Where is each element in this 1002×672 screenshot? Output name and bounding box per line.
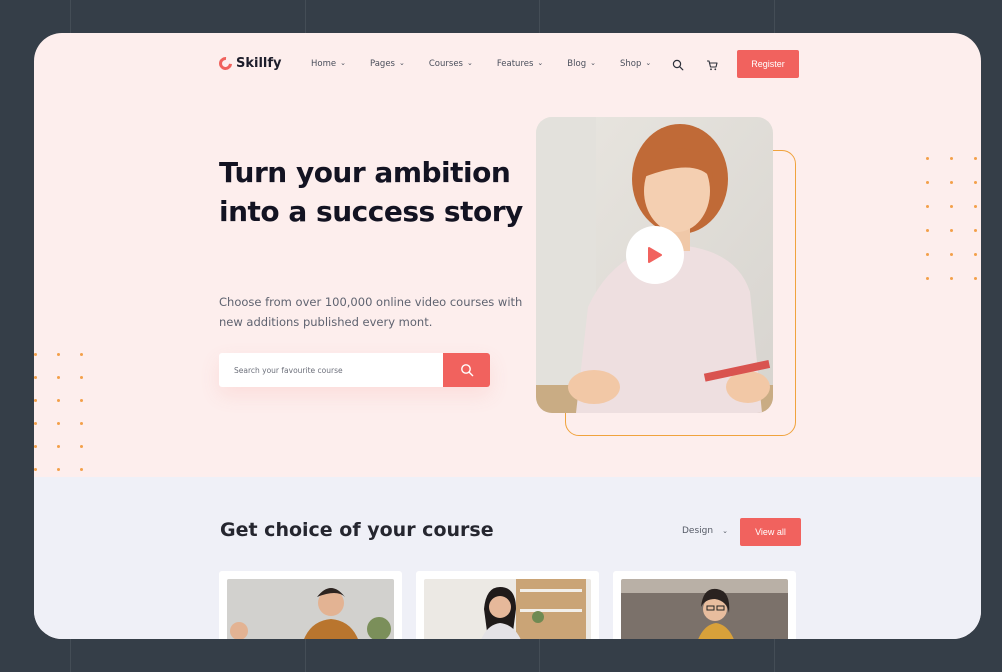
menu-item-label: Home [311,59,337,69]
course-card[interactable] [416,571,599,639]
chevron-down-icon: ⌄ [399,59,405,67]
register-button[interactable]: Register [737,50,799,78]
menu-item-home[interactable]: Home ⌄ [311,59,346,69]
search-input[interactable] [219,353,443,387]
course-card[interactable] [219,571,402,639]
chevron-down-icon: ⌄ [590,59,596,67]
search-icon [460,364,473,377]
chevron-down-icon: ⌄ [466,59,473,67]
course-card[interactable] [613,571,796,639]
play-icon [648,247,662,263]
menu-item-label: Pages [369,59,395,69]
brand-name: Skillfy [236,56,282,71]
menu-item-label: Blog [567,59,587,69]
menu-item-label: Features [496,59,534,69]
course-thumbnail [621,579,788,639]
search-icon[interactable] [672,59,684,71]
menu-item-features[interactable]: Features ⌄ [497,59,543,69]
browser-frame: Skillfy Home ⌄ Pages ⌄ Courses ⌄ Feature… [34,33,981,639]
chevron-down-icon: ⌄ [645,59,652,67]
logo-icon [216,54,235,73]
brand-logo[interactable]: Skillfy [216,54,282,73]
decorative-dots-left [34,353,83,471]
chevron-down-icon: ⌄ [537,59,544,67]
menu-item-courses[interactable]: Courses ⌄ [429,59,473,69]
view-all-button[interactable]: View all [740,518,801,546]
category-select[interactable]: Design ⌄ [682,526,728,536]
course-thumbnail [227,579,394,639]
hero-subtitle: Choose from over 100,000 online video co… [219,295,523,329]
chevron-down-icon: ⌄ [722,527,728,535]
menu-item-blog[interactable]: Blog ⌄ [567,59,596,69]
cart-icon[interactable] [706,59,718,71]
hero-title: Turn your ambition into a success story [219,156,523,228]
play-video-button[interactable] [626,226,684,284]
section-title: Get choice of your course [220,519,494,541]
menu-item-pages[interactable]: Pages ⌄ [370,59,405,69]
menu-item-shop[interactable]: Shop ⌄ [620,59,651,69]
courses-section: Get choice of your course Design ⌄ View … [34,477,981,639]
top-navigation: Skillfy Home ⌄ Pages ⌄ Courses ⌄ Feature… [34,33,981,97]
chevron-down-icon: ⌄ [340,59,346,67]
decorative-dots-right [926,157,977,280]
category-select-value: Design [682,526,714,536]
menu-item-label: Courses [428,59,463,69]
main-menu: Home ⌄ Pages ⌄ Courses ⌄ Features ⌄ Blog… [311,59,675,69]
course-search [219,353,490,387]
search-button[interactable] [443,353,490,387]
menu-item-label: Shop [619,59,642,69]
course-thumbnail [424,579,591,639]
